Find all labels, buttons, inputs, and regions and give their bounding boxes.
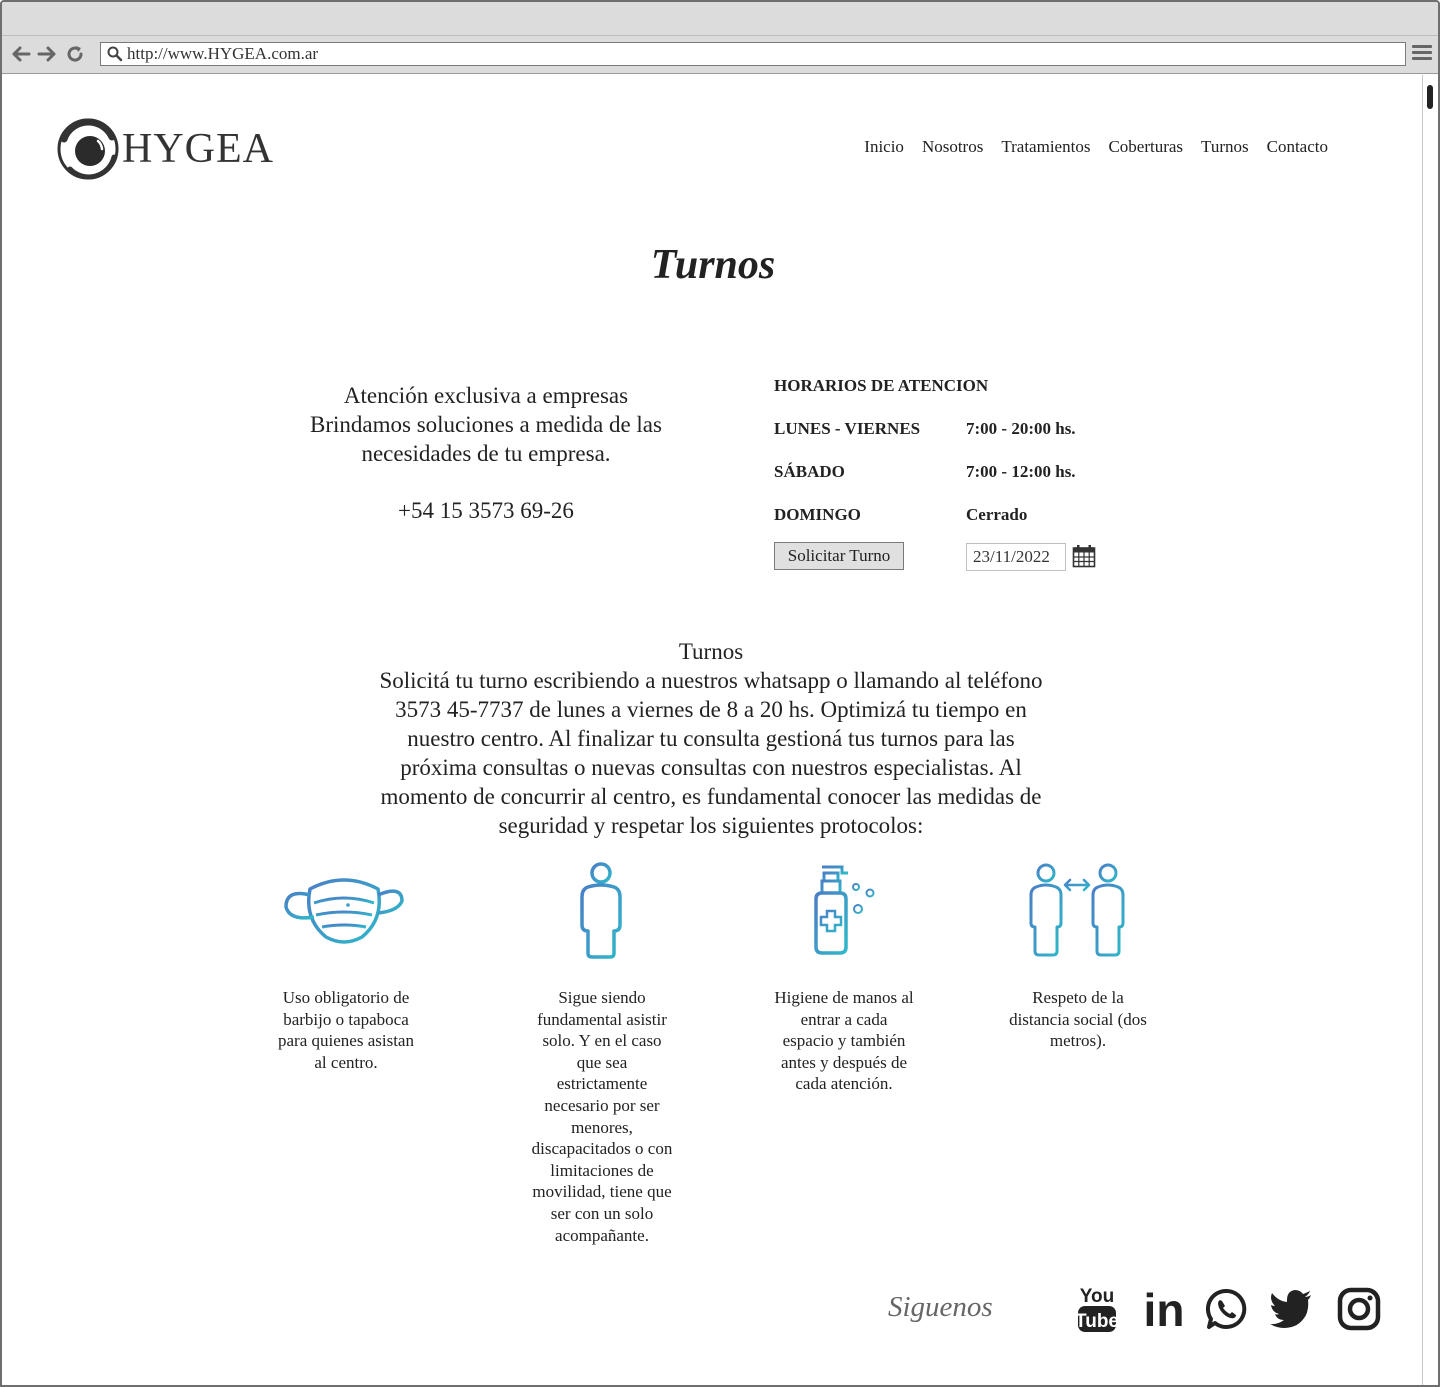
intro-block: Atención exclusiva a empresas Brindamos … — [276, 381, 696, 525]
hours-table: HORARIOS DE ATENCION LUNES - VIERNES 7:0… — [774, 376, 1134, 527]
intro-line: Brindamos soluciones a medida de las — [310, 412, 662, 437]
logo[interactable]: HYGEA — [56, 117, 274, 181]
protocol-line: acompañante. — [555, 1225, 649, 1245]
protocol-text: Higiene de manos al entrar a cada espaci… — [764, 987, 924, 1095]
browser-toolbar: http://www.HYGEA.com.ar — [2, 36, 1438, 74]
hours-heading: HORARIOS DE ATENCION — [774, 376, 989, 395]
protocol-line: necesario por ser — [544, 1095, 660, 1115]
turnos-line: momento de concurrir al centro, es funda… — [380, 784, 1042, 809]
url-text: http://www.HYGEA.com.ar — [127, 44, 319, 63]
appointment-actions: Solicitar Turno 23/11/2022 — [774, 542, 1114, 572]
protocol-text: Uso obligatorio de barbijo o tapaboca pa… — [266, 987, 426, 1073]
hours-time: 7:00 - 12:00 hs. — [966, 462, 1076, 481]
linkedin-icon[interactable]: in — [1140, 1285, 1188, 1333]
nav-inicio[interactable]: Inicio — [864, 137, 904, 157]
turnos-line: 3573 45-7737 de lunes a viernes de 8 a 2… — [395, 697, 1027, 722]
nav-turnos[interactable]: Turnos — [1201, 137, 1249, 157]
nav-nosotros[interactable]: Nosotros — [922, 137, 983, 157]
turnos-line: seguridad y respetar los siguientes prot… — [498, 813, 924, 838]
intro-line: Atención exclusiva a empresas — [343, 383, 629, 408]
scrollbar[interactable] — [1422, 75, 1438, 1385]
nav-coberturas[interactable]: Coberturas — [1108, 137, 1183, 157]
reload-icon[interactable] — [64, 44, 86, 64]
twitter-icon[interactable] — [1268, 1285, 1314, 1333]
youtube-icon[interactable]: You Tube — [1074, 1285, 1120, 1333]
intro-line: necesidades de tu empresa. — [361, 441, 611, 466]
solicitar-turno-button[interactable]: Solicitar Turno — [774, 542, 904, 570]
hours-day: SÁBADO — [774, 462, 845, 481]
protocol-line: discapacitados o con — [531, 1139, 673, 1159]
hours-day: LUNES - VIERNES — [774, 419, 921, 438]
address-bar[interactable]: http://www.HYGEA.com.ar — [100, 42, 1406, 66]
turnos-line: nuestro centro. Al finalizar tu consulta… — [407, 726, 1015, 751]
hours-row: SÁBADO 7:00 - 12:00 hs. — [774, 462, 1134, 484]
protocol-line: Sigue siendo — [558, 988, 646, 1007]
page-title: Turnos — [650, 242, 776, 288]
face-mask-icon — [284, 878, 404, 944]
protocol-line: limitaciones de — [550, 1160, 654, 1180]
hours-row: DOMINGO Cerrado — [774, 505, 1134, 527]
nav-tratamientos[interactable]: Tratamientos — [1001, 137, 1090, 157]
calendar-icon[interactable] — [1072, 544, 1096, 568]
svg-text:Tube: Tube — [1076, 1311, 1118, 1332]
protocol-line: barbijo o tapaboca — [283, 1009, 409, 1029]
protocol-line: estrictamente — [556, 1074, 648, 1094]
page-content: HYGEA Inicio Nosotros Tratamientos Cober… — [2, 75, 1424, 1385]
whatsapp-icon[interactable] — [1204, 1285, 1250, 1333]
protocol-line: movilidad, tiene que — [532, 1182, 672, 1202]
protocol-line: que sea — [576, 1052, 628, 1072]
hours-time: Cerrado — [966, 505, 1028, 524]
protocol-line: al centro. — [314, 1052, 378, 1072]
forward-arrow-icon[interactable] — [36, 44, 58, 64]
protocols-section: Uso obligatorio de barbijo o tapaboca pa… — [2, 857, 1424, 1257]
turnos-line: próxima consultas o nuevas consultas con… — [400, 755, 1022, 780]
hamburger-menu-icon[interactable] — [1412, 45, 1432, 63]
protocol-line: fundamental asistir — [537, 1009, 667, 1029]
turnos-heading: Turnos — [678, 639, 744, 664]
hours-time: 7:00 - 20:00 hs. — [966, 419, 1076, 438]
hours-row: LUNES - VIERNES 7:00 - 20:00 hs. — [774, 419, 1134, 441]
protocol-line: distancia social (dos — [1009, 1009, 1147, 1029]
hand-sanitizer-icon — [814, 865, 875, 955]
turnos-info: Turnos Solicitá tu turno escribiendo a n… — [346, 637, 1076, 840]
scroll-thumb[interactable] — [1427, 85, 1433, 109]
protocol-item: Higiene de manos al entrar a cada espaci… — [764, 857, 924, 1257]
svg-text:in: in — [1144, 1286, 1185, 1332]
protocol-line: solo. Y en el caso — [542, 1031, 662, 1051]
protocol-text: Sigue siendo fundamental asistir solo. Y… — [522, 987, 682, 1246]
logo-text: HYGEA — [122, 126, 274, 172]
hygea-logo-icon — [57, 118, 119, 180]
protocol-item: Sigue siendo fundamental asistir solo. Y… — [522, 857, 682, 1317]
turnos-line: Solicitá tu turno escribiendo a nuestros… — [379, 668, 1043, 693]
browser-window: http://www.HYGEA.com.ar HYGEA Inicio Nos… — [0, 0, 1440, 1387]
protocol-line: Higiene de manos al — [774, 988, 914, 1007]
main-nav: Inicio Nosotros Tratamientos Coberturas … — [846, 137, 1328, 157]
social-distance-icon — [1029, 863, 1125, 957]
protocol-line: menores, — [571, 1117, 633, 1137]
protocol-line: antes y después de — [780, 1052, 908, 1072]
follow-label: Siguenos — [888, 1291, 993, 1323]
protocol-line: metros). — [1049, 1031, 1107, 1051]
date-input[interactable]: 23/11/2022 — [966, 543, 1066, 571]
protocol-line: entrar a cada — [800, 1009, 888, 1029]
back-arrow-icon[interactable] — [10, 44, 32, 64]
protocol-line: Uso obligatorio de — [282, 988, 410, 1007]
phone-number[interactable]: +54 15 3573 69-26 — [276, 496, 696, 525]
protocol-text: Respeto de la distancia social (dos metr… — [998, 987, 1158, 1052]
nav-contacto[interactable]: Contacto — [1267, 137, 1328, 157]
protocol-line: para quienes asistan — [278, 1031, 414, 1051]
protocol-line: ser con un solo — [550, 1203, 654, 1223]
protocol-line: espacio y también — [782, 1031, 906, 1051]
instagram-icon[interactable] — [1336, 1285, 1382, 1333]
protocol-line: Respeto de la — [1032, 988, 1124, 1007]
search-icon — [107, 46, 123, 62]
protocol-item: Uso obligatorio de barbijo o tapaboca pa… — [266, 857, 426, 1257]
browser-titlebar — [2, 2, 1438, 36]
person-icon — [580, 862, 622, 959]
hours-day: DOMINGO — [774, 505, 861, 524]
protocol-item: Respeto de la distancia social (dos metr… — [998, 857, 1158, 1257]
svg-text:You: You — [1080, 1286, 1114, 1307]
protocol-line: cada atención. — [795, 1074, 893, 1094]
